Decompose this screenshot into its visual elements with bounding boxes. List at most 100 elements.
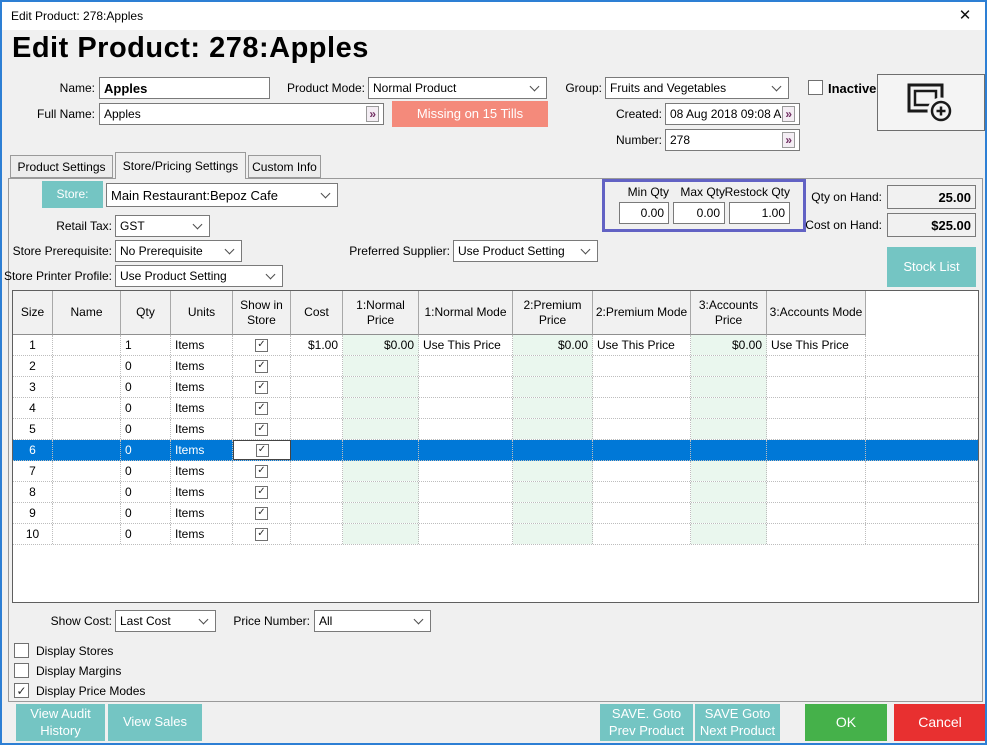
- table-row[interactable]: 100Items✓: [13, 524, 978, 545]
- table-row[interactable]: 20Items✓: [13, 356, 978, 377]
- cell-cost[interactable]: [291, 356, 343, 376]
- cell-qty[interactable]: 0: [121, 440, 171, 460]
- cell-name[interactable]: [53, 356, 121, 376]
- show-in-store-cell[interactable]: ✓: [233, 377, 291, 397]
- created-field[interactable]: 08 Aug 2018 09:08 A »: [665, 103, 800, 125]
- show-in-store-cell[interactable]: ✓: [233, 440, 291, 460]
- cell-m1[interactable]: [419, 440, 513, 460]
- missing-tills-button[interactable]: Missing on 15 Tills: [392, 101, 548, 127]
- cell-size[interactable]: 5: [13, 419, 53, 439]
- view-audit-history-button[interactable]: View Audit History: [16, 704, 105, 741]
- store-printer-profile-select[interactable]: Use Product Setting: [115, 265, 283, 287]
- cell-name[interactable]: [53, 482, 121, 502]
- cell-m2[interactable]: [593, 524, 691, 544]
- table-row[interactable]: 40Items✓: [13, 398, 978, 419]
- cell-qty[interactable]: 0: [121, 461, 171, 481]
- expand-icon[interactable]: »: [782, 106, 795, 122]
- cell-name[interactable]: [53, 524, 121, 544]
- cell-m2[interactable]: [593, 356, 691, 376]
- show-in-store-checkbox[interactable]: ✓: [255, 339, 268, 352]
- show-in-store-checkbox[interactable]: ✓: [255, 507, 268, 520]
- display-option-display-margins[interactable]: Display Margins: [14, 663, 121, 678]
- column-header[interactable]: Cost: [291, 291, 343, 335]
- tab-store-pricing-settings[interactable]: Store/Pricing Settings: [115, 152, 246, 179]
- column-header[interactable]: 3:Accounts Price: [691, 291, 767, 335]
- cell-m3[interactable]: [767, 398, 866, 418]
- cell-qty[interactable]: 0: [121, 419, 171, 439]
- save-goto-next-button[interactable]: SAVE Goto Next Product: [695, 704, 780, 741]
- cell-p2[interactable]: [513, 503, 593, 523]
- inactive-checkbox[interactable]: [808, 80, 823, 95]
- cell-units[interactable]: Items: [171, 461, 233, 481]
- preferred-supplier-select[interactable]: Use Product Setting: [453, 240, 598, 262]
- retail-tax-select[interactable]: GST: [115, 215, 210, 237]
- column-header[interactable]: 2:Premium Price: [513, 291, 593, 335]
- cell-units[interactable]: Items: [171, 398, 233, 418]
- cell-size[interactable]: 7: [13, 461, 53, 481]
- cell-p3[interactable]: [691, 440, 767, 460]
- cell-m1[interactable]: [419, 503, 513, 523]
- cell-qty[interactable]: 0: [121, 503, 171, 523]
- cell-p1[interactable]: [343, 440, 419, 460]
- display-option-display-price-modes[interactable]: ✓Display Price Modes: [14, 683, 145, 698]
- table-row[interactable]: 5 0Items ✓: [13, 419, 978, 440]
- cell-name[interactable]: [53, 440, 121, 460]
- cell-name[interactable]: [53, 503, 121, 523]
- cell-m1[interactable]: [419, 482, 513, 502]
- show-in-store-checkbox[interactable]: ✓: [255, 486, 268, 499]
- cell-p1[interactable]: [343, 503, 419, 523]
- cell-units[interactable]: Items: [171, 503, 233, 523]
- cell-p3[interactable]: $0.00: [691, 335, 767, 355]
- column-header[interactable]: 3:Accounts Mode: [767, 291, 866, 335]
- cell-name[interactable]: [53, 419, 121, 439]
- cell-units[interactable]: Items: [171, 440, 233, 460]
- checkbox[interactable]: ✓: [14, 683, 29, 698]
- column-header[interactable]: Show in Store: [233, 291, 291, 335]
- cell-m3[interactable]: [767, 356, 866, 376]
- show-in-store-checkbox[interactable]: ✓: [255, 423, 268, 436]
- column-header[interactable]: 2:Premium Mode: [593, 291, 691, 335]
- cell-p2[interactable]: [513, 524, 593, 544]
- show-in-store-cell[interactable]: ✓: [233, 335, 291, 355]
- show-in-store-cell[interactable]: ✓: [233, 503, 291, 523]
- cell-m3[interactable]: [767, 482, 866, 502]
- cell-p3[interactable]: [691, 356, 767, 376]
- cell-p1[interactable]: [343, 461, 419, 481]
- expand-icon[interactable]: »: [782, 132, 795, 148]
- cell-m3[interactable]: [767, 524, 866, 544]
- column-header[interactable]: 1:Normal Price: [343, 291, 419, 335]
- show-in-store-cell[interactable]: ✓: [233, 398, 291, 418]
- cell-cost[interactable]: $1.00: [291, 335, 343, 355]
- cell-m2[interactable]: [593, 503, 691, 523]
- cell-cost[interactable]: [291, 419, 343, 439]
- cell-m2[interactable]: [593, 377, 691, 397]
- cell-p1[interactable]: [343, 482, 419, 502]
- cell-cost[interactable]: [291, 461, 343, 481]
- cell-p2[interactable]: [513, 440, 593, 460]
- table-row[interactable]: 60Items✓: [13, 440, 978, 461]
- cell-qty[interactable]: 0: [121, 356, 171, 376]
- store-prerequisite-select[interactable]: No Prerequisite: [115, 240, 242, 262]
- display-option-display-stores[interactable]: Display Stores: [14, 643, 113, 658]
- view-sales-button[interactable]: View Sales: [108, 704, 202, 741]
- cell-p2[interactable]: [513, 398, 593, 418]
- cell-p3[interactable]: [691, 398, 767, 418]
- cell-size[interactable]: 2: [13, 356, 53, 376]
- add-product-image-button[interactable]: [877, 74, 985, 131]
- cell-m3[interactable]: [767, 461, 866, 481]
- cell-units[interactable]: Items: [171, 335, 233, 355]
- full-name-input[interactable]: Apples »: [99, 103, 384, 125]
- cell-cost[interactable]: [291, 440, 343, 460]
- store-button[interactable]: Store:: [42, 181, 103, 208]
- cell-size[interactable]: 9: [13, 503, 53, 523]
- column-header[interactable]: Size: [13, 291, 53, 335]
- cell-p3[interactable]: [691, 377, 767, 397]
- cell-p1[interactable]: [343, 377, 419, 397]
- cell-cost[interactable]: [291, 524, 343, 544]
- cell-p2[interactable]: [513, 356, 593, 376]
- cell-units[interactable]: Items: [171, 377, 233, 397]
- min-qty-input[interactable]: 0.00: [619, 202, 669, 224]
- cell-units[interactable]: Items: [171, 419, 233, 439]
- cell-cost[interactable]: [291, 398, 343, 418]
- table-row[interactable]: 70Items✓: [13, 461, 978, 482]
